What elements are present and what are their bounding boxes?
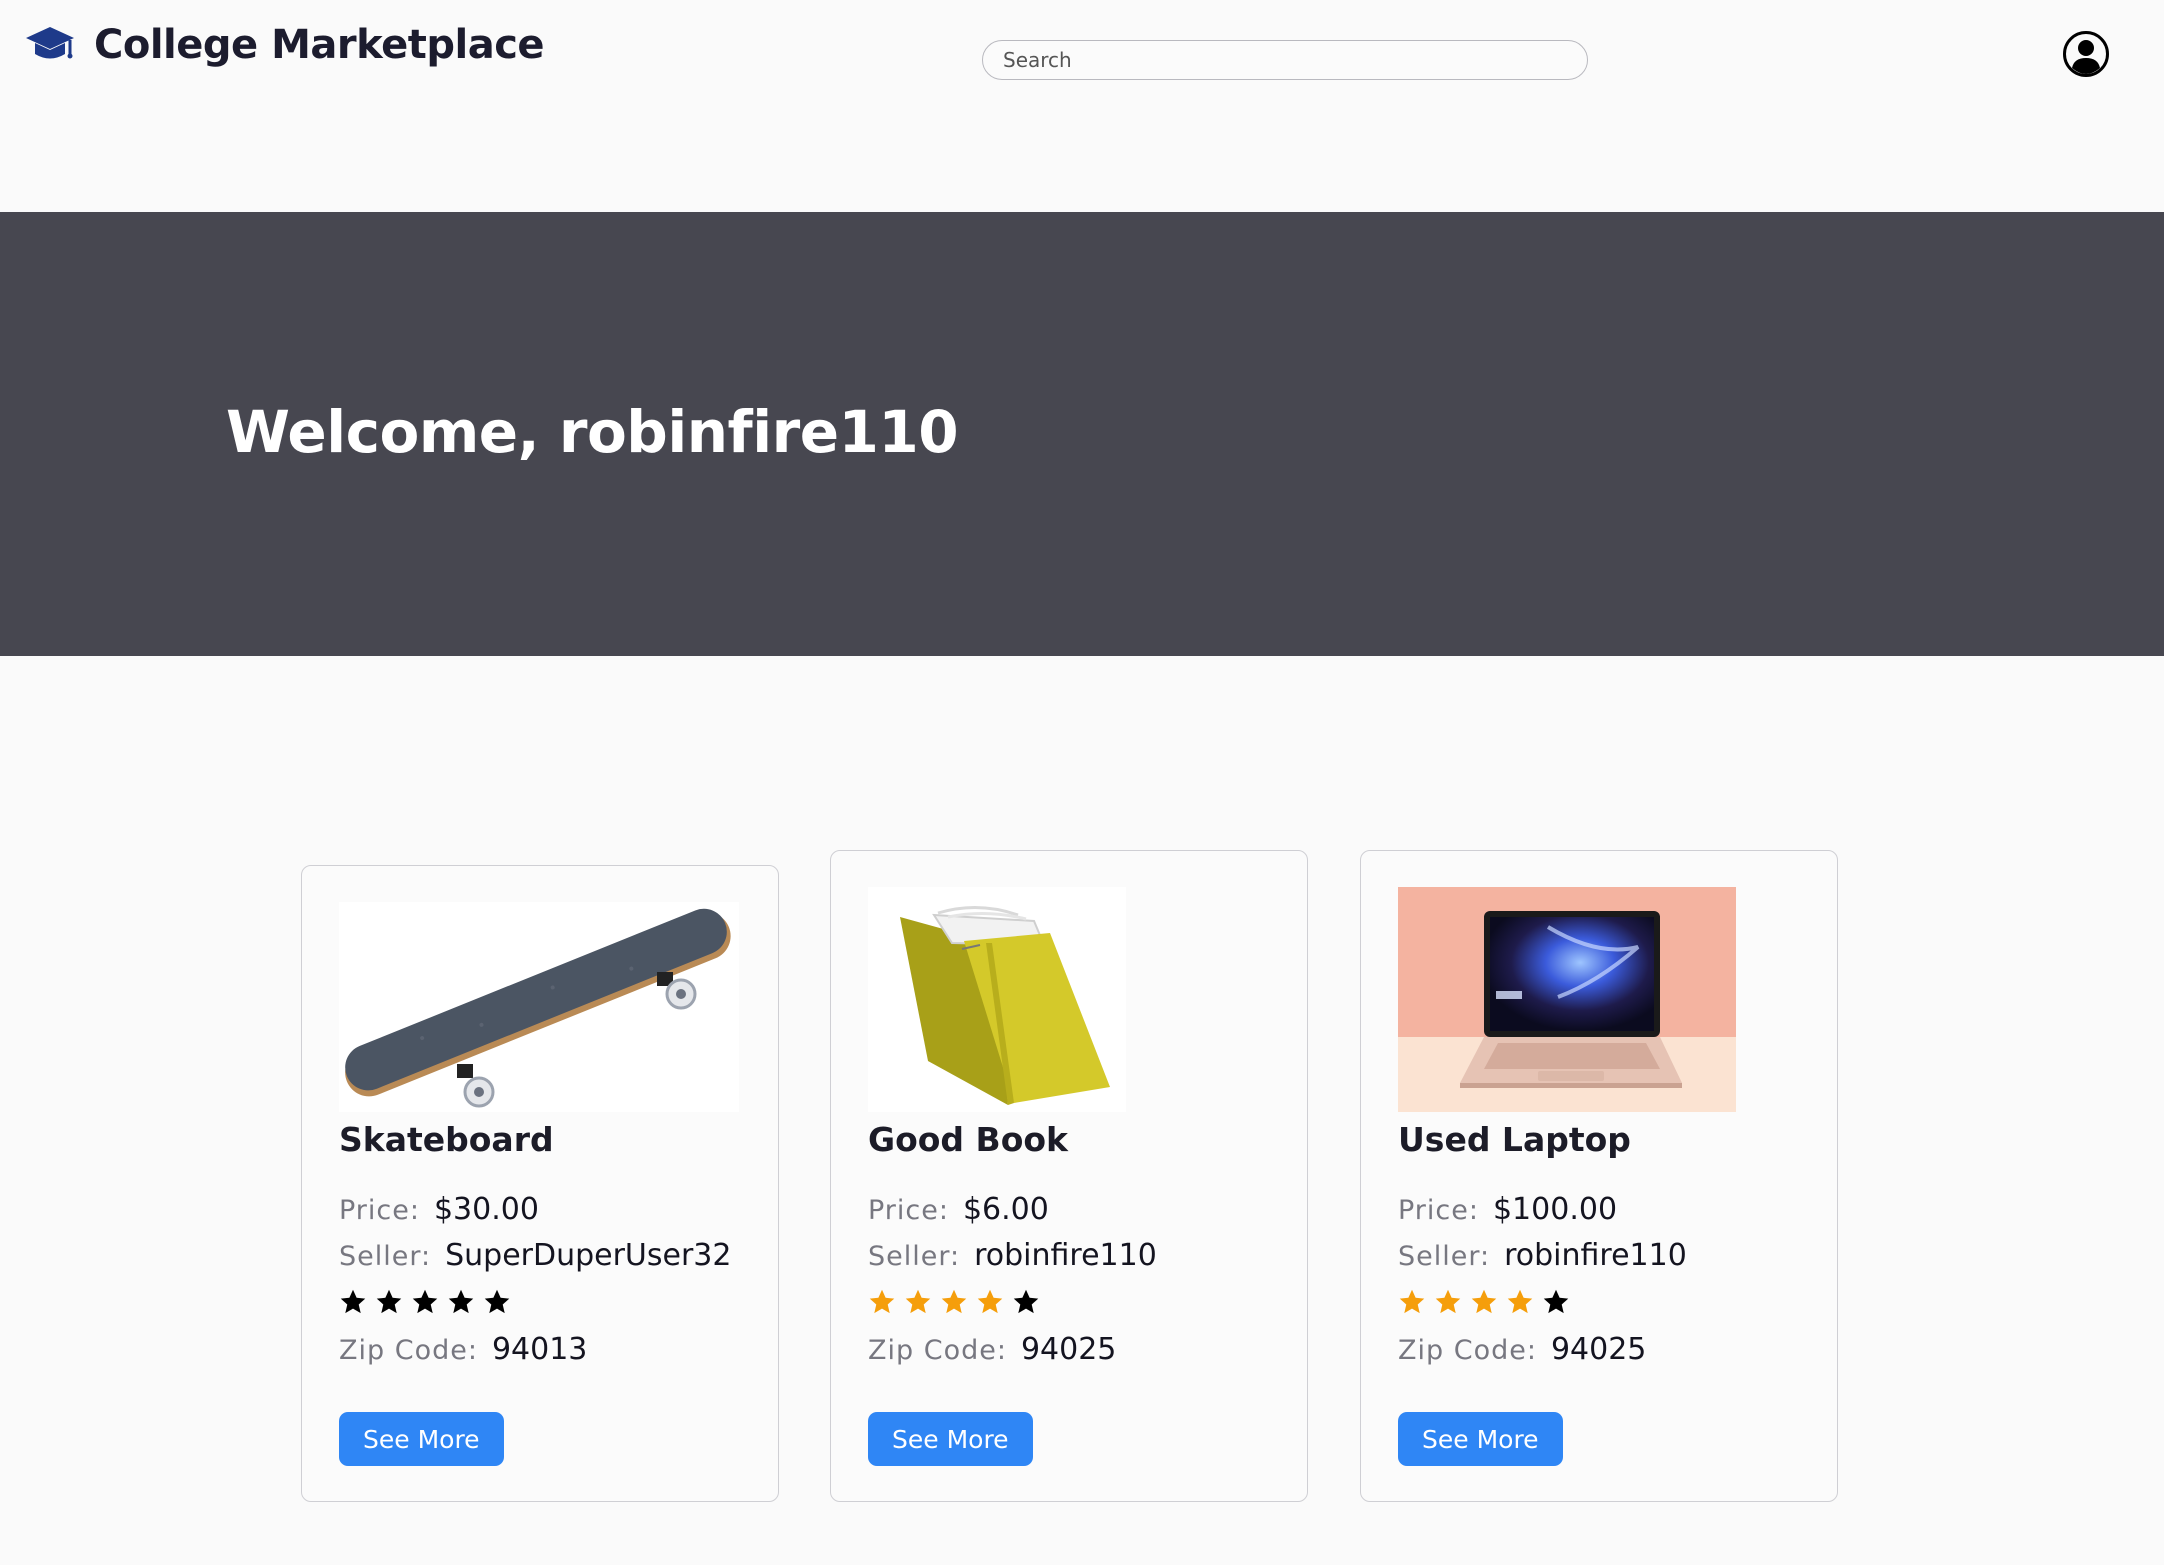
star-icon <box>376 1289 402 1314</box>
star-icon <box>1471 1289 1497 1314</box>
seller-row: Seller: robinfire110 <box>1398 1238 1687 1273</box>
star-rating <box>339 1288 519 1316</box>
seller-value: SuperDuperUser32 <box>445 1238 732 1273</box>
price-label: Price: <box>1398 1195 1479 1226</box>
star-icon <box>1435 1289 1461 1314</box>
zip-value: 94025 <box>1020 1332 1117 1367</box>
brand-title: College Marketplace <box>94 22 545 68</box>
listing-card: Skateboard Price: $30.00 Seller: SuperDupe… <box>301 865 779 1502</box>
star-icon <box>412 1289 438 1314</box>
star-icon <box>1507 1289 1533 1314</box>
user-account-icon[interactable] <box>2062 30 2110 78</box>
star-rating <box>868 1288 1048 1316</box>
star-icon <box>1399 1289 1425 1314</box>
book-image <box>868 887 1126 1112</box>
search-input[interactable] <box>982 40 1588 80</box>
see-more-button[interactable]: See More <box>1398 1412 1563 1466</box>
seller-row: Seller: SuperDuperUser32 <box>339 1238 732 1273</box>
listing-card: Used Laptop Price: $100.00 Seller: robinfi… <box>1360 850 1838 1502</box>
see-more-button[interactable]: See More <box>339 1412 504 1466</box>
star-icon <box>869 1289 895 1314</box>
zip-row: Zip Code: 94013 <box>339 1332 587 1367</box>
welcome-heading: Welcome, robinfire110 <box>226 398 959 466</box>
price-value: $100.00 <box>1492 1192 1618 1227</box>
laptop-image <box>1398 887 1736 1112</box>
seller-label: Seller: <box>868 1241 961 1272</box>
zip-value: 94025 <box>1550 1332 1647 1367</box>
seller-row: Seller: robinfire110 <box>868 1238 1157 1273</box>
seller-label: Seller: <box>339 1241 432 1272</box>
price-label: Price: <box>868 1195 949 1226</box>
zip-label: Zip Code: <box>339 1335 478 1366</box>
zip-row: Zip Code: 94025 <box>1398 1332 1646 1367</box>
star-icon <box>448 1289 474 1314</box>
zip-row: Zip Code: 94025 <box>868 1332 1116 1367</box>
star-icon <box>1013 1289 1039 1314</box>
star-icon <box>484 1289 510 1314</box>
graduation-cap-icon <box>26 27 74 59</box>
see-more-button[interactable]: See More <box>868 1412 1033 1466</box>
price-label: Price: <box>339 1195 420 1226</box>
star-icon <box>905 1289 931 1314</box>
price-value: $30.00 <box>433 1192 539 1227</box>
price-row: Price: $30.00 <box>339 1192 539 1227</box>
price-value: $6.00 <box>962 1192 1049 1227</box>
top-nav: College Marketplace <box>0 0 2164 212</box>
zip-value: 94013 <box>491 1332 588 1367</box>
star-icon <box>340 1289 366 1314</box>
star-icon <box>941 1289 967 1314</box>
zip-label: Zip Code: <box>1398 1335 1537 1366</box>
seller-value: robinfire110 <box>1504 1238 1687 1273</box>
seller-value: robinfire110 <box>974 1238 1157 1273</box>
price-row: Price: $100.00 <box>1398 1192 1617 1227</box>
star-icon <box>1543 1289 1569 1314</box>
price-row: Price: $6.00 <box>868 1192 1049 1227</box>
star-icon <box>977 1289 1003 1314</box>
skateboard-image <box>339 902 739 1112</box>
welcome-banner: Welcome, robinfire110 <box>0 212 2164 656</box>
listing-title: Good Book <box>868 1120 1068 1159</box>
star-rating <box>1398 1288 1578 1316</box>
brand[interactable]: College Marketplace <box>24 22 545 68</box>
listing-title: Used Laptop <box>1398 1120 1631 1159</box>
listing-title: Skateboard <box>339 1120 554 1159</box>
seller-label: Seller: <box>1398 1241 1491 1272</box>
listing-card: Good Book Price: $6.00 Seller: robinfire11… <box>830 850 1308 1502</box>
zip-label: Zip Code: <box>868 1335 1007 1366</box>
